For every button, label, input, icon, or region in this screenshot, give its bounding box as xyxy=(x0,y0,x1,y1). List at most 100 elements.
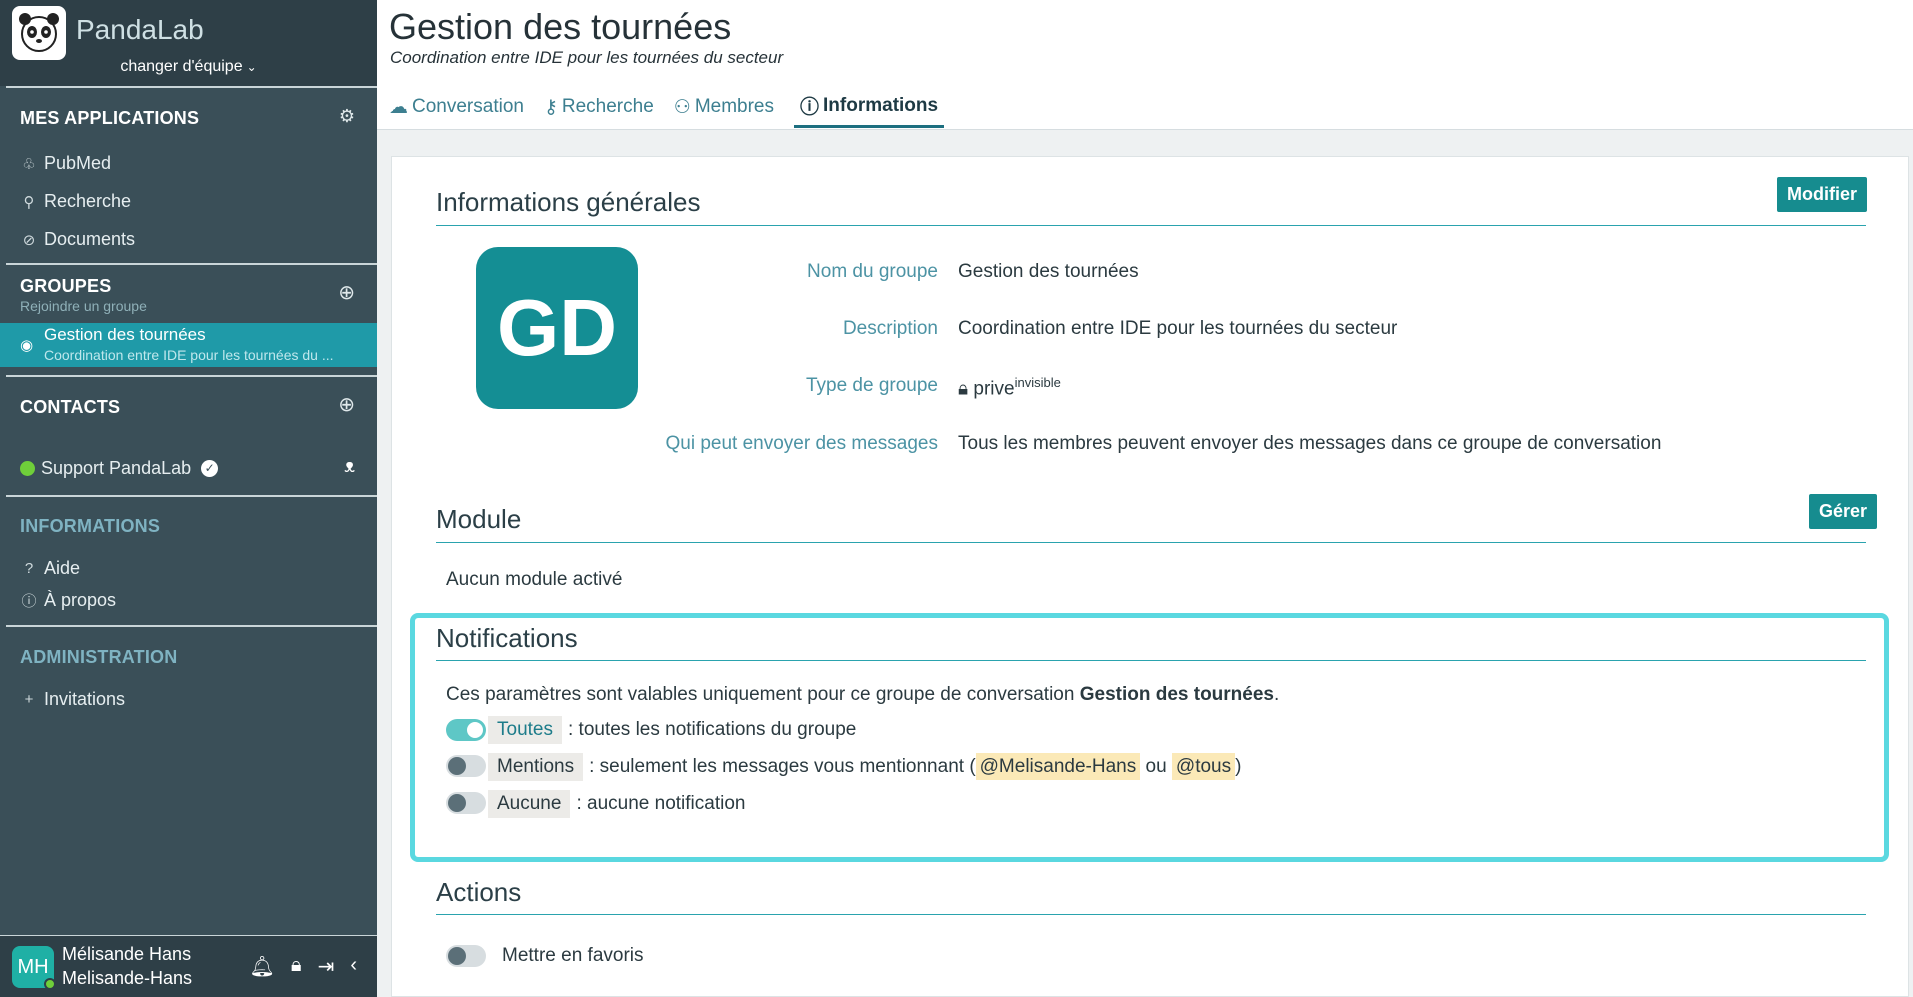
sidebar-item-invitations[interactable]: + Invitations xyxy=(20,689,125,710)
mention-all: @tous xyxy=(1171,753,1236,780)
info-panel: Informations générales Modifier GD Nom d… xyxy=(391,156,1909,997)
panda-logo-icon[interactable] xyxy=(12,6,66,60)
info-row-senders: Qui peut envoyer des messages Tous les m… xyxy=(592,433,1892,455)
notif-option-toutes: Toutes : toutes les notifications du gro… xyxy=(488,716,856,744)
avatar[interactable]: MH xyxy=(12,946,56,990)
sidebar-item-pubmed[interactable]: ♧ PubMed xyxy=(20,153,111,174)
user-name: Mélisande Hans xyxy=(62,944,192,964)
divider xyxy=(436,660,1866,661)
tab-informations[interactable]: ⓘ Informations xyxy=(794,92,945,128)
apps-section-title: MES APPLICATIONS xyxy=(20,108,200,128)
informations-section-title: INFORMATIONS xyxy=(20,516,161,536)
notif-none-toggle[interactable] xyxy=(446,792,486,814)
intro-end: . xyxy=(1274,684,1280,705)
favorite-toggle[interactable] xyxy=(446,945,486,967)
group-description: Coordination entre IDE pour les tournées… xyxy=(44,347,334,363)
pubmed-icon: ♧ xyxy=(22,155,36,173)
user-actions: 🔔︎ 🔒︎ ⇥ ‹ xyxy=(250,954,357,979)
notif-mentions-toggle[interactable] xyxy=(446,755,486,777)
user-bar: MH Mélisande Hans Melisande-Hans 🔔︎ 🔒︎ ⇥… xyxy=(0,935,377,997)
verified-icon: ✓ xyxy=(201,460,219,477)
info-label: Nom du groupe xyxy=(807,261,938,282)
tab-conversation[interactable]: ☁︎ Conversation xyxy=(389,92,524,128)
main-content: Informations générales Modifier GD Nom d… xyxy=(377,130,1913,997)
add-group-icon[interactable]: ⊕ xyxy=(338,280,355,305)
module-empty-text: Aucun module activé xyxy=(446,569,623,590)
team-switch[interactable]: changer d'équipe ⌄ xyxy=(0,58,377,76)
chat-icon: ☁︎ xyxy=(389,96,408,118)
sidebar-item-label: PubMed xyxy=(44,153,112,173)
page-title: Gestion des tournées xyxy=(389,6,732,47)
contact-name: Support PandaLab xyxy=(41,458,192,478)
sidebar-item-aide[interactable]: ? Aide xyxy=(20,558,80,579)
modifier-button[interactable]: Modifier xyxy=(1777,177,1867,212)
option-desc: : seulement les messages vous mentionnan… xyxy=(589,753,1242,780)
team-switch-label: changer d'équipe xyxy=(120,58,243,75)
divider xyxy=(6,86,377,88)
info-label: Qui peut envoyer des messages xyxy=(665,433,939,454)
wrench-icon: ⚷ xyxy=(543,96,558,118)
divider xyxy=(6,375,377,377)
online-status-icon xyxy=(44,978,56,990)
chip-aucune[interactable]: Aucune xyxy=(488,790,571,818)
chip-mentions[interactable]: Mentions xyxy=(488,753,584,781)
group-type-sup: invisible xyxy=(1014,375,1061,390)
sidebar-item-recherche[interactable]: ⚲ Recherche xyxy=(20,191,132,212)
help-icon: ? xyxy=(24,560,34,577)
group-visibility-icon: ◉ xyxy=(20,337,34,354)
sidebar-item-label: Invitations xyxy=(44,689,126,709)
sidebar-item-group-active[interactable]: ◉ Gestion des tournées Coordination entr… xyxy=(0,323,377,367)
general-section-title: Informations générales xyxy=(436,187,701,217)
mention-user: @Melisande-Hans xyxy=(975,753,1141,780)
divider xyxy=(6,625,377,627)
notif-all-toggle[interactable] xyxy=(446,719,486,741)
toggle-knob xyxy=(466,721,484,739)
paperclip-icon: ⊘ xyxy=(22,231,36,249)
group-name: Gestion des tournées xyxy=(44,325,206,344)
sidebar-item-documents[interactable]: ⊘ Documents xyxy=(20,229,135,250)
sidebar-item-label: Recherche xyxy=(44,191,132,211)
info-label: Description xyxy=(842,318,938,339)
actions-section-title: Actions xyxy=(436,877,522,907)
gerer-button[interactable]: Gérer xyxy=(1809,494,1878,529)
members-icon: ⚇ xyxy=(673,96,691,118)
sidebar-item-label: À propos xyxy=(44,590,117,610)
brand-name: PandaLab xyxy=(76,14,204,45)
tab-label: Conversation xyxy=(412,96,524,117)
sidebar-item-support-pandalab[interactable]: Support PandaLab ✓ xyxy=(20,458,219,479)
chip-toutes[interactable]: Toutes xyxy=(488,716,562,744)
collapse-sidebar-icon[interactable]: ‹ xyxy=(350,954,357,979)
sidebar-item-a-propos[interactable]: ⓘ À propos xyxy=(20,590,116,611)
bell-icon[interactable]: 🔔︎ xyxy=(250,954,275,979)
or-text: ou xyxy=(1145,756,1167,777)
panda-mini-icon: ᴥ xyxy=(344,456,355,476)
divider xyxy=(436,542,1866,543)
avatar-initials: MH xyxy=(17,955,49,978)
divider xyxy=(436,914,1866,915)
lock-icon[interactable]: 🔒︎ xyxy=(291,954,302,979)
logout-icon[interactable]: ⇥ xyxy=(318,954,335,979)
sidebar-item-label: Documents xyxy=(44,229,136,249)
toggle-knob xyxy=(448,947,466,965)
user-handle: Melisande-Hans xyxy=(62,968,193,988)
option-desc-text: : seulement les messages vous mentionnan… xyxy=(589,756,976,777)
lock-icon: 🔒︎ xyxy=(958,378,969,400)
administration-section-title: ADMINISTRATION xyxy=(20,647,178,667)
sidebar-header: PandaLab changer d'équipe ⌄ xyxy=(0,0,377,86)
close-paren: ) xyxy=(1235,756,1242,777)
info-icon: ⓘ xyxy=(21,593,37,610)
info-row-name: Nom du groupe Gestion des tournées xyxy=(592,261,1892,283)
info-icon: ⓘ xyxy=(800,97,820,118)
online-status-icon xyxy=(20,461,35,476)
add-contact-icon[interactable]: ⊕ xyxy=(338,392,355,417)
tab-membres[interactable]: ⚇ Membres xyxy=(674,92,774,128)
join-group-link[interactable]: Rejoindre un groupe xyxy=(20,298,147,314)
page-header: Gestion des tournées Coordination entre … xyxy=(377,0,1913,130)
notif-option-aucune: Aucune : aucune notification xyxy=(488,790,745,818)
gear-icon[interactable]: ⚙ xyxy=(339,106,355,127)
group-type-value: prive xyxy=(973,378,1015,400)
chevron-down-icon: ⌄ xyxy=(246,60,257,74)
tab-recherche[interactable]: ⚷ Recherche xyxy=(544,92,654,128)
groups-section-title: GROUPES xyxy=(20,276,112,296)
divider xyxy=(436,225,1866,226)
